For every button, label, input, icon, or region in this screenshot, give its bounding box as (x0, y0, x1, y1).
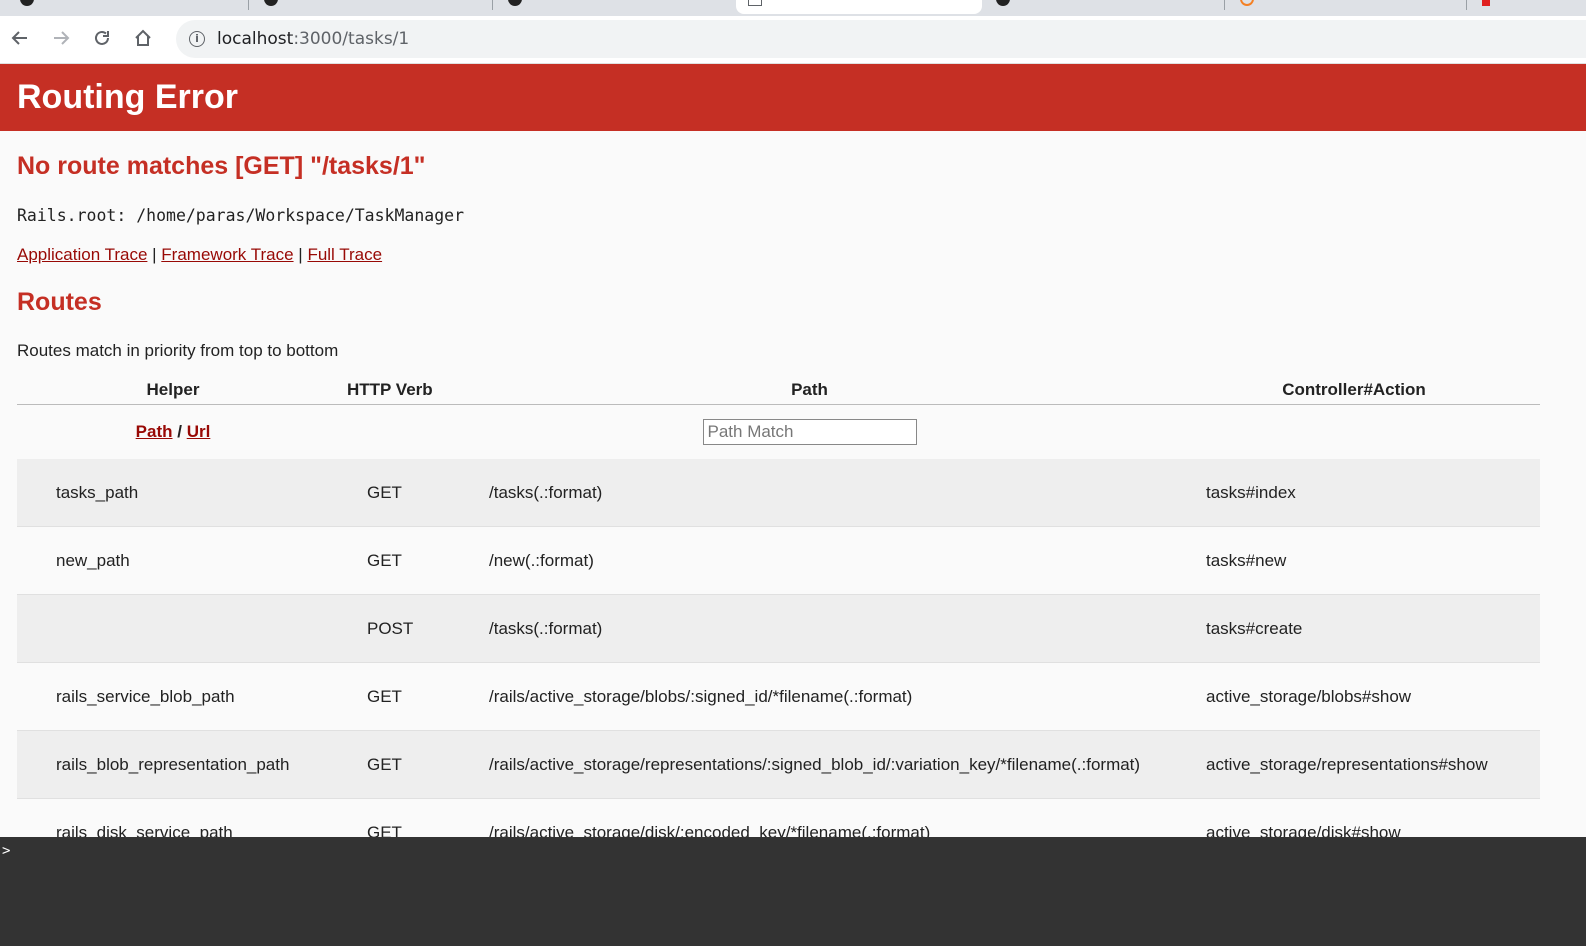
web-console[interactable]: > (0, 837, 1586, 946)
route-helper: rails_disk_service_path (17, 798, 329, 837)
trace-links: Application Trace | Framework Trace | Fu… (17, 245, 382, 265)
route-verb: GET (329, 730, 451, 799)
reload-button[interactable] (88, 24, 116, 52)
route-verb: GET (329, 459, 451, 527)
forward-button[interactable] (47, 24, 75, 52)
route-row: POST/tasks(.:format) tasks#create (17, 594, 1540, 663)
tab-separator (1224, 0, 1225, 10)
route-verb: GET (329, 662, 451, 731)
path-match-input[interactable] (702, 419, 917, 445)
browser-tab[interactable] (1470, 0, 1586, 14)
route-path: /new(.:format) (451, 526, 1168, 595)
route-action: tasks#new (1168, 526, 1540, 595)
column-header-verb: HTTP Verb (329, 376, 451, 405)
route-row: new_path GET/new(.:format) tasks#new (17, 526, 1540, 595)
route-path: /tasks(.:format) (451, 594, 1168, 663)
page-icon (748, 0, 762, 6)
tab-separator (492, 0, 493, 10)
home-button[interactable] (129, 24, 157, 52)
routes-table: Helper HTTP Verb Path Controller#Action … (17, 376, 1540, 837)
route-action: active_storage/representations#show (1168, 730, 1540, 799)
browser-tab[interactable] (496, 0, 734, 14)
github-icon (996, 0, 1010, 6)
github-icon (20, 0, 34, 6)
page-title: Routing Error (17, 78, 238, 116)
route-path: /rails/active_storage/disk/:encoded_key/… (451, 798, 1168, 837)
route-path: /tasks(.:format) (451, 459, 1168, 527)
site-info-icon[interactable]: i (189, 31, 205, 47)
error-message: No route matches [GET] "/tasks/1" (17, 152, 426, 180)
url-text[interactable]: localhost:3000/tasks/1 (217, 29, 409, 49)
route-action: active_storage/blobs#show (1168, 662, 1540, 731)
url-host: localhost (217, 29, 294, 49)
route-path: /rails/active_storage/representations/:s… (451, 730, 1168, 799)
route-path: /rails/active_storage/blobs/:signed_id/*… (451, 662, 1168, 731)
route-action: tasks#index (1168, 459, 1540, 527)
route-verb: POST (329, 594, 451, 663)
route-row: tasks_path GET/tasks(.:format) tasks#index (17, 459, 1540, 527)
route-row: rails_blob_representation_path GET/rails/… (17, 730, 1540, 799)
browser-tab[interactable] (252, 0, 490, 14)
column-header-action: Controller#Action (1168, 376, 1540, 405)
routes-filter-row: Path / Url (17, 405, 1540, 460)
browser-tab-active[interactable] (736, 0, 982, 14)
route-row: rails_service_blob_path GET/rails/active_… (17, 662, 1540, 731)
tab-separator (248, 0, 249, 10)
path-toggle-link[interactable]: Path (136, 422, 173, 441)
routes-header-row: Helper HTTP Verb Path Controller#Action (17, 376, 1540, 405)
route-verb: GET (329, 798, 451, 837)
page-content: Routing Error No route matches [GET] "/t… (0, 64, 1586, 837)
home-icon (135, 29, 151, 46)
browser-tab[interactable] (8, 0, 246, 14)
tab-separator (1466, 0, 1467, 10)
toggle-separator: / (177, 422, 182, 441)
pdf-icon (1482, 0, 1490, 6)
reload-icon (95, 30, 109, 45)
browser-tab-strip (0, 0, 1586, 16)
column-header-helper: Helper (17, 376, 329, 405)
route-action: active_storage/disk#show (1168, 798, 1540, 837)
column-header-path: Path (451, 376, 1168, 405)
back-arrow-icon (11, 31, 27, 45)
route-helper: rails_blob_representation_path (17, 730, 329, 799)
route-row: rails_disk_service_path GET/rails/active_… (17, 798, 1540, 837)
routes-heading: Routes (17, 288, 102, 316)
address-bar[interactable]: i localhost:3000/tasks/1 (176, 20, 1586, 58)
route-helper: rails_service_blob_path (17, 662, 329, 731)
error-header: Routing Error (0, 64, 1586, 131)
route-verb: GET (329, 526, 451, 595)
routes-description: Routes match in priority from top to bot… (17, 341, 339, 360)
trace-separator: | (298, 245, 303, 264)
github-icon (508, 0, 522, 6)
framework-trace-link[interactable]: Framework Trace (161, 245, 293, 264)
url-toggle-link[interactable]: Url (187, 422, 211, 441)
browser-tab[interactable] (984, 0, 1222, 14)
path-url-toggle: Path / Url (17, 405, 329, 460)
url-path: :3000/tasks/1 (293, 29, 410, 49)
back-button[interactable] (6, 24, 34, 52)
forward-arrow-icon (54, 31, 70, 45)
browser-toolbar: i localhost:3000/tasks/1 (0, 16, 1586, 64)
rails-root: Rails.root: /home/paras/Workspace/TaskMa… (17, 206, 465, 225)
route-helper (17, 594, 329, 663)
route-action: tasks#create (1168, 594, 1540, 663)
application-trace-link[interactable]: Application Trace (17, 245, 147, 264)
route-helper: new_path (17, 526, 329, 595)
stackoverflow-icon (1240, 0, 1254, 6)
browser-tab[interactable] (1228, 0, 1464, 14)
console-prompt: > (2, 843, 11, 859)
github-icon (264, 0, 278, 6)
route-helper: tasks_path (17, 459, 329, 527)
trace-separator: | (152, 245, 157, 264)
full-trace-link[interactable]: Full Trace (307, 245, 382, 264)
